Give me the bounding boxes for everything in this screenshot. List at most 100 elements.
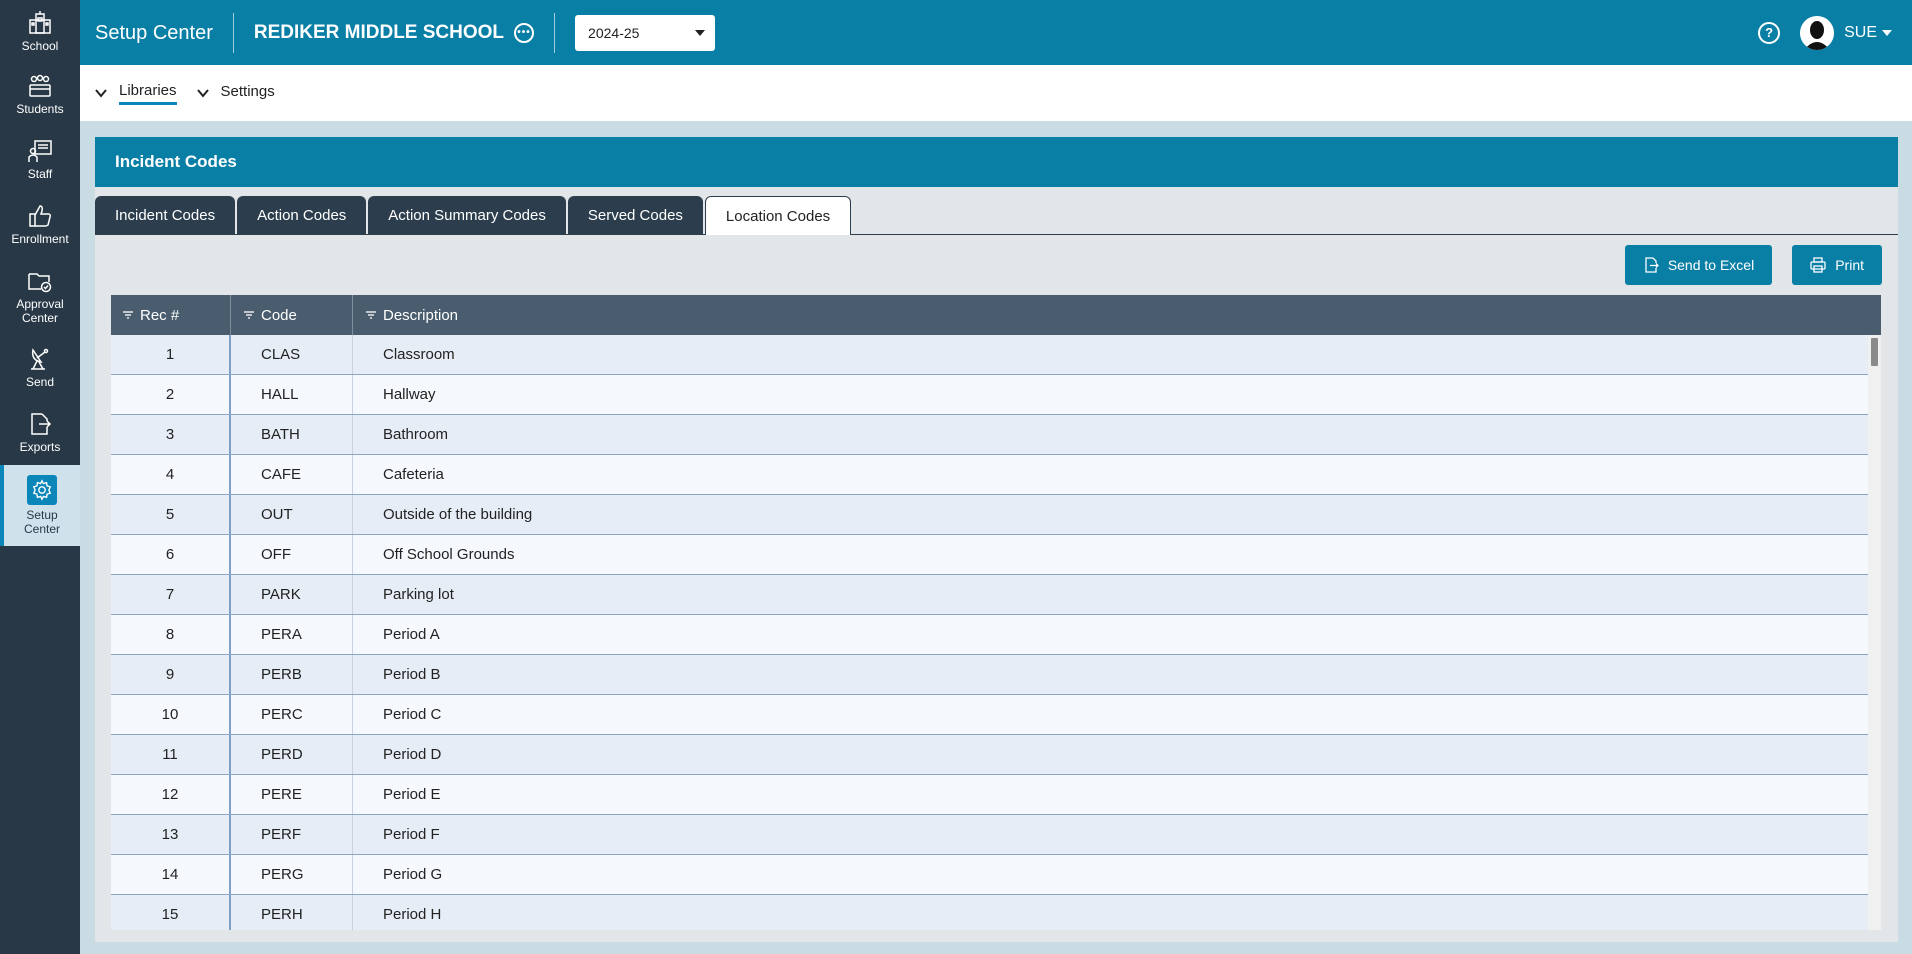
sidebar-item-label: Staff bbox=[27, 167, 53, 181]
table-row[interactable]: 2 HALL Hallway bbox=[111, 375, 1868, 415]
description-cell: Period A bbox=[383, 626, 440, 643]
sidebar-item-send[interactable]: Send bbox=[0, 335, 80, 400]
app-title: Setup Center bbox=[80, 12, 234, 53]
code-cell: PERB bbox=[231, 655, 353, 694]
table-row[interactable]: 13 PERF Period F bbox=[111, 815, 1868, 855]
sidebar-item-staff[interactable]: Staff bbox=[0, 127, 80, 192]
vertical-scrollbar[interactable] bbox=[1868, 335, 1881, 930]
sub-navigation: Libraries Settings bbox=[80, 65, 1912, 121]
column-header-description[interactable]: Description bbox=[353, 295, 1881, 335]
rec-number-cell: 5 bbox=[111, 495, 231, 534]
chevron-down-icon bbox=[695, 29, 706, 36]
export-icon bbox=[31, 413, 52, 435]
table-row[interactable]: 14 PERG Period G bbox=[111, 855, 1868, 895]
description-cell: Off School Grounds bbox=[383, 546, 515, 563]
rec-number-cell: 2 bbox=[111, 375, 231, 414]
header-right: ? SUE bbox=[1758, 0, 1892, 65]
school-name-label: REDIKER MIDDLE SCHOOL bbox=[253, 21, 505, 43]
table-row[interactable]: 5 OUT Outside of the building bbox=[111, 495, 1868, 535]
rec-number-cell: 1 bbox=[111, 335, 231, 374]
school-year-select[interactable]: 2024-25 bbox=[575, 14, 716, 51]
help-icon[interactable]: ? bbox=[1758, 21, 1781, 44]
column-header-label: Rec # bbox=[140, 306, 180, 324]
grid-rows: 1 CLAS Classroom 2 HALL Hallway 3 BATH Bathroom 4… bbox=[111, 335, 1881, 930]
rec-number-cell: 9 bbox=[111, 655, 231, 694]
description-cell: Period G bbox=[383, 866, 443, 883]
school-year-value: 2024-25 bbox=[588, 24, 640, 41]
table-row[interactable]: 15 PERH Period H bbox=[111, 895, 1868, 930]
code-cell: PERG bbox=[231, 855, 353, 894]
description-cell: Parking lot bbox=[383, 586, 454, 603]
sidebar-item-approval-center[interactable]: Approval Center bbox=[0, 257, 80, 335]
column-header-label: Description bbox=[383, 306, 459, 324]
user-menu[interactable]: SUE bbox=[1844, 24, 1892, 42]
filter-icon bbox=[244, 311, 254, 319]
print-button[interactable]: Print bbox=[1792, 245, 1882, 285]
table-row[interactable]: 6 OFF Off School Grounds bbox=[111, 535, 1868, 575]
thumbs-up-icon bbox=[29, 205, 52, 227]
subnav-libraries[interactable]: Libraries bbox=[95, 82, 177, 105]
subnav-label: Libraries bbox=[119, 82, 177, 105]
table-row[interactable]: 9 PERB Period B bbox=[111, 655, 1868, 695]
sidebar-item-label: Enrollment bbox=[11, 232, 69, 246]
rec-number-cell: 12 bbox=[111, 775, 231, 814]
tab-action-codes[interactable]: Action Codes bbox=[237, 196, 367, 234]
gear-icon-box bbox=[27, 475, 57, 505]
sidebar-item-setup-center[interactable]: Setup Center bbox=[0, 465, 80, 546]
code-cell: PERD bbox=[231, 735, 353, 774]
gear-icon bbox=[32, 479, 52, 501]
school-name: REDIKER MIDDLE SCHOOL ••• bbox=[234, 12, 556, 53]
code-cell: PERA bbox=[231, 615, 353, 654]
column-header-label: Code bbox=[261, 306, 297, 324]
table-row[interactable]: 4 CAFE Cafeteria bbox=[111, 455, 1868, 495]
sidebar-item-enrollment[interactable]: Enrollment bbox=[0, 192, 80, 257]
tab-served-codes[interactable]: Served Codes bbox=[567, 196, 703, 234]
table-row[interactable]: 1 CLAS Classroom bbox=[111, 335, 1868, 375]
description-cell: Period E bbox=[383, 786, 441, 803]
tab-incident-codes[interactable]: Incident Codes bbox=[95, 196, 236, 234]
location-codes-grid: Rec # Code Description 1 CLAS Classroom 2 HA… bbox=[111, 295, 1881, 930]
table-row[interactable]: 7 PARK Parking lot bbox=[111, 575, 1868, 615]
satellite-icon bbox=[31, 348, 49, 370]
left-sidebar: School Students Staff Enrollment Approva… bbox=[0, 0, 80, 954]
subnav-settings[interactable]: Settings bbox=[196, 83, 275, 103]
chevron-down-icon bbox=[196, 89, 209, 98]
rec-number-cell: 6 bbox=[111, 535, 231, 574]
table-row[interactable]: 3 BATH Bathroom bbox=[111, 415, 1868, 455]
column-header-rec[interactable]: Rec # bbox=[111, 295, 231, 335]
description-cell: Classroom bbox=[383, 346, 455, 363]
sidebar-item-label: Send bbox=[25, 375, 55, 389]
code-cell: PARK bbox=[231, 575, 353, 614]
more-options-icon[interactable]: ••• bbox=[514, 22, 535, 43]
sidebar-item-label: Approval Center bbox=[16, 296, 64, 325]
code-cell: PERC bbox=[231, 695, 353, 734]
sidebar-item-students[interactable]: Students bbox=[0, 62, 80, 127]
table-row[interactable]: 10 PERC Period C bbox=[111, 695, 1868, 735]
description-cell: Period C bbox=[383, 706, 442, 723]
rec-number-cell: 14 bbox=[111, 855, 231, 894]
table-row[interactable]: 8 PERA Period A bbox=[111, 615, 1868, 655]
sidebar-item-school[interactable]: School bbox=[0, 0, 80, 62]
user-name: SUE bbox=[1844, 23, 1877, 41]
rec-number-cell: 11 bbox=[111, 735, 231, 774]
rec-number-cell: 15 bbox=[111, 895, 231, 930]
sidebar-item-label: Students bbox=[16, 102, 64, 116]
avatar[interactable] bbox=[1800, 15, 1835, 50]
description-cell: Hallway bbox=[383, 386, 436, 403]
sidebar-item-exports[interactable]: Exports bbox=[0, 400, 80, 465]
send-to-excel-button[interactable]: Send to Excel bbox=[1624, 245, 1773, 285]
scrollbar-thumb[interactable] bbox=[1871, 338, 1878, 366]
description-cell: Period H bbox=[383, 906, 442, 923]
table-row[interactable]: 12 PERE Period E bbox=[111, 775, 1868, 815]
column-header-code[interactable]: Code bbox=[231, 295, 353, 335]
table-row[interactable]: 11 PERD Period D bbox=[111, 735, 1868, 775]
tab-bar: Incident Codes Action Codes Action Summa… bbox=[95, 187, 1898, 235]
code-cell: HALL bbox=[231, 375, 353, 414]
chevron-down-icon bbox=[1882, 29, 1892, 36]
user-silhouette-icon bbox=[1800, 15, 1835, 50]
tab-action-summary-codes[interactable]: Action Summary Codes bbox=[368, 196, 566, 234]
panel-title: Incident Codes bbox=[95, 137, 1898, 187]
description-cell: Period D bbox=[383, 746, 442, 763]
tab-location-codes[interactable]: Location Codes bbox=[704, 196, 852, 235]
top-header: Setup Center REDIKER MIDDLE SCHOOL ••• 2… bbox=[80, 0, 1912, 65]
